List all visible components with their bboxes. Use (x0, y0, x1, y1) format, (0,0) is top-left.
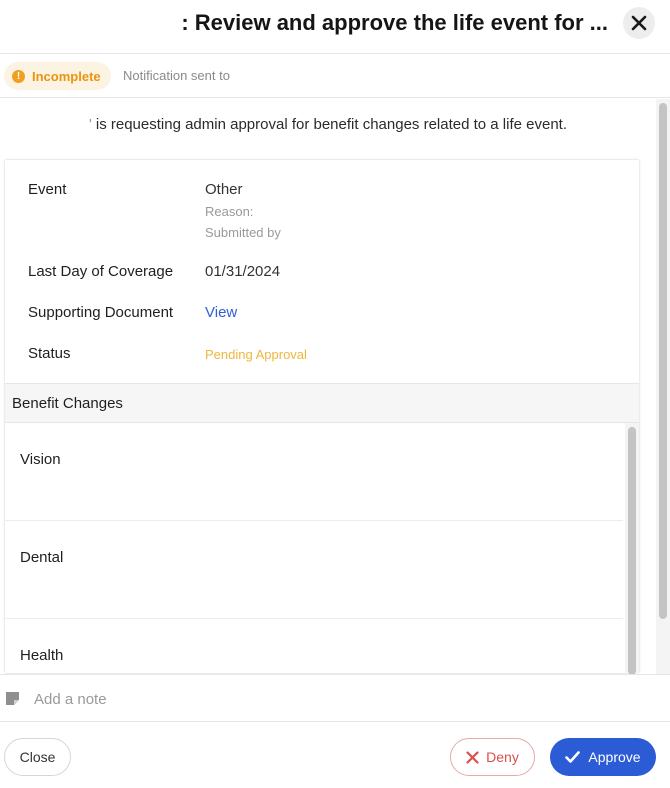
intro-text: ' is requesting admin approval for benefi… (0, 116, 656, 133)
note-bar (0, 674, 670, 722)
modal-body[interactable]: ' is requesting admin approval for benefi… (0, 99, 656, 674)
close-icon (631, 15, 647, 31)
event-reason: Reason: (205, 204, 254, 219)
coverage-label: Last Day of Coverage (28, 263, 174, 280)
status-badge-label: Incomplete (32, 68, 101, 84)
deny-button[interactable]: Deny (450, 738, 535, 776)
benefit-list-scrollbar[interactable] (625, 423, 639, 674)
close-modal-button[interactable] (623, 7, 655, 39)
status-bar: ! Incomplete Notification sent to (0, 55, 670, 98)
close-button[interactable]: Close (4, 738, 71, 776)
deny-icon (466, 750, 479, 764)
event-value: Other (205, 181, 243, 198)
life-event-card: Event Other Reason: Submitted by Last Da… (4, 159, 640, 674)
status-badge: ! Incomplete (4, 62, 111, 90)
benefit-changes-header: Benefit Changes (5, 383, 639, 423)
status-value: Pending Approval (205, 347, 307, 362)
event-label: Event (28, 181, 67, 198)
notification-text: Notification sent to (123, 68, 230, 83)
benefit-item-label: Health (20, 647, 64, 664)
benefit-item-label: Dental (20, 549, 64, 566)
warning-icon: ! (12, 69, 25, 83)
benefit-item-health: Health (5, 619, 623, 674)
approve-button[interactable]: Approve (550, 738, 656, 776)
benefit-item-vision: Vision (5, 423, 623, 521)
add-note-input[interactable] (34, 685, 634, 713)
benefit-changes-title: Benefit Changes (12, 395, 123, 412)
approve-button-label: Approve (588, 749, 641, 765)
benefit-item-dental: Dental (5, 521, 623, 619)
modal-header: : Review and approve the life event for … (0, 0, 670, 54)
checkmark-icon (565, 751, 581, 763)
modal-scrollbar-thumb[interactable] (659, 103, 667, 619)
coverage-value: 01/31/2024 (205, 263, 281, 280)
benefit-changes-list[interactable]: Vision Dental Health (5, 423, 639, 674)
status-label: Status (28, 345, 71, 362)
benefit-item-label: Vision (20, 451, 61, 468)
intro-message: is requesting admin approval for benefit… (95, 116, 567, 133)
deny-button-label: Deny (486, 749, 519, 765)
modal-scrollbar[interactable] (656, 99, 670, 674)
view-document-link[interactable]: View (205, 304, 237, 321)
intro-tick: ' (89, 116, 92, 133)
document-label: Supporting Document (28, 304, 174, 321)
event-submitted-by: Submitted by (205, 225, 281, 240)
note-icon (6, 692, 19, 705)
benefit-list-scrollbar-thumb[interactable] (628, 427, 636, 674)
modal-title: : Review and approve the life event for … (181, 10, 608, 35)
